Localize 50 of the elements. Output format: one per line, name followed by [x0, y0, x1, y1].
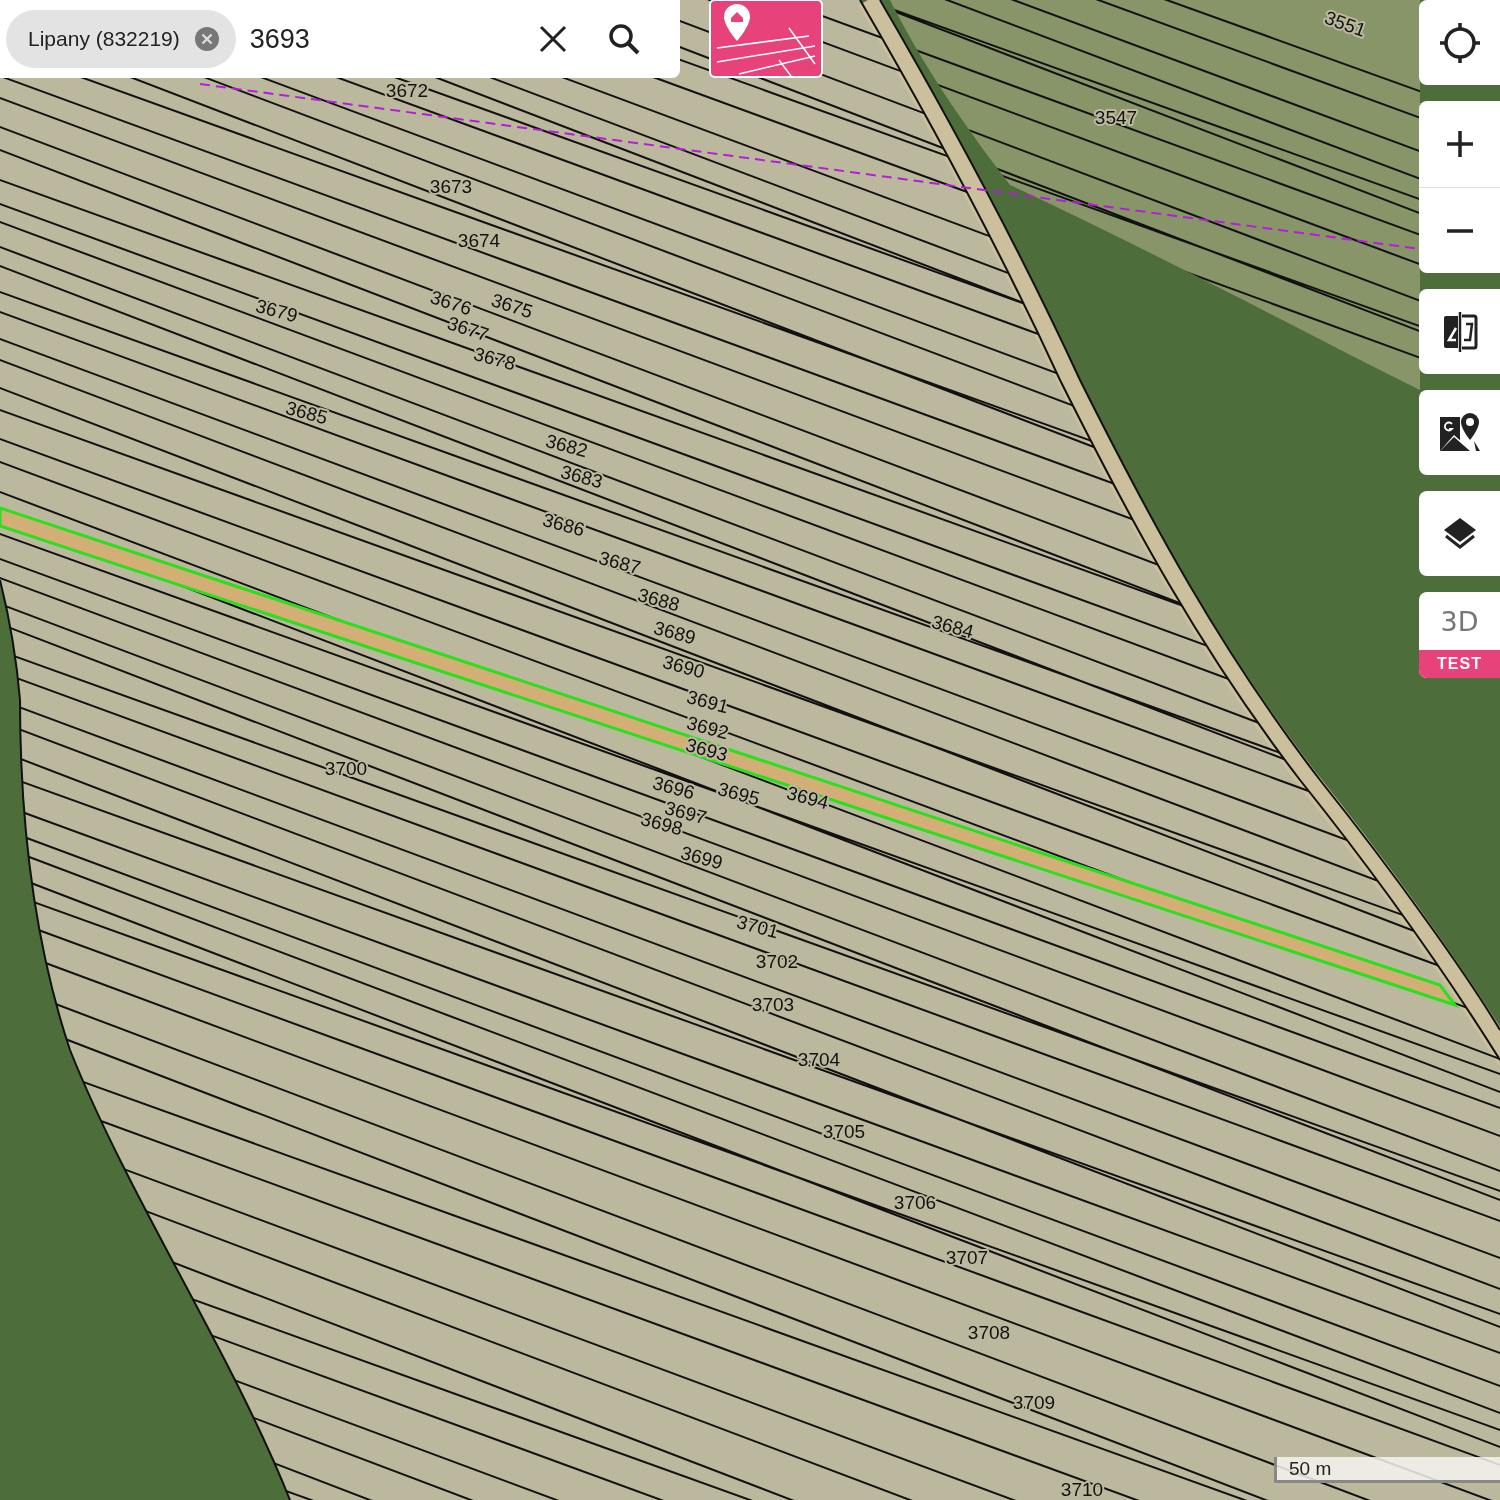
- parcel-number-label: 3551: [1321, 6, 1369, 41]
- close-icon[interactable]: [538, 24, 568, 54]
- split-view-icon: [1441, 311, 1478, 352]
- minus-icon: [1444, 227, 1475, 234]
- parcel-number-label: 3694: [784, 782, 831, 814]
- parcel-number-label: 3689: [651, 617, 698, 649]
- search-icon[interactable]: [608, 23, 640, 55]
- parcel-number-label: 3682: [543, 430, 590, 462]
- map-mode-button[interactable]: [709, 0, 823, 78]
- remove-chip-icon[interactable]: [193, 26, 220, 52]
- parcel-number-label: 3684: [929, 611, 976, 643]
- parcel-number-label: 3707: [945, 1247, 989, 1268]
- parcel-number-label: 3687: [596, 547, 643, 579]
- parcel-number-label: 3688: [635, 584, 682, 616]
- parcel-number-label: 3708: [967, 1322, 1011, 1343]
- scale-label: 50 m: [1289, 1457, 1332, 1480]
- area-filter-chip[interactable]: Lipany (832219): [6, 10, 236, 68]
- area-chip-label: Lipany (832219): [28, 27, 180, 51]
- parcel-number-label: 3683: [558, 461, 605, 493]
- parcel-number-label: 3703: [751, 994, 795, 1015]
- parcel-number-label: 3679: [253, 295, 300, 327]
- parcel-number-label: 3547: [1094, 107, 1138, 128]
- 3d-view-button[interactable]: 3D TEST: [1419, 592, 1500, 678]
- plus-icon: [1444, 129, 1475, 159]
- compare-button[interactable]: [1419, 289, 1500, 374]
- parcel-number-label: 3699: [678, 842, 725, 874]
- parcel-number-label: 3709: [1012, 1392, 1056, 1413]
- parcel-number-label: 3672: [385, 80, 429, 101]
- parcel-number-label: 3690: [660, 651, 707, 683]
- parcel-number-label: 3704: [797, 1049, 841, 1070]
- crosshair-icon: [1437, 20, 1482, 65]
- parcel-number-label: 3675: [488, 289, 536, 323]
- test-badge: TEST: [1419, 650, 1500, 678]
- locate-button[interactable]: [1419, 0, 1500, 85]
- layers-button[interactable]: [1419, 491, 1500, 576]
- parcel-number-label: 3686: [540, 509, 587, 541]
- parcel-number-label: 3702: [755, 951, 799, 972]
- parcel-number-label: 3710: [1060, 1479, 1104, 1500]
- parcel-number-label: 3674: [457, 230, 501, 251]
- parcel-number-label: 3705: [822, 1121, 866, 1142]
- parcel-number-label: 3701: [734, 911, 781, 943]
- parcel-number-label: 3678: [471, 343, 518, 375]
- search-input[interactable]: 3693: [249, 23, 500, 55]
- zoom-in-button[interactable]: [1419, 101, 1500, 187]
- parcel-number-label: 3695: [715, 778, 762, 810]
- google-maps-button[interactable]: [1419, 390, 1500, 475]
- parcel-number-label: 3706: [893, 1192, 937, 1213]
- parcel-number-label: 3685: [283, 397, 330, 429]
- parcel-number-label: 3691: [684, 686, 731, 718]
- parcel-number-label: 3673: [429, 176, 473, 197]
